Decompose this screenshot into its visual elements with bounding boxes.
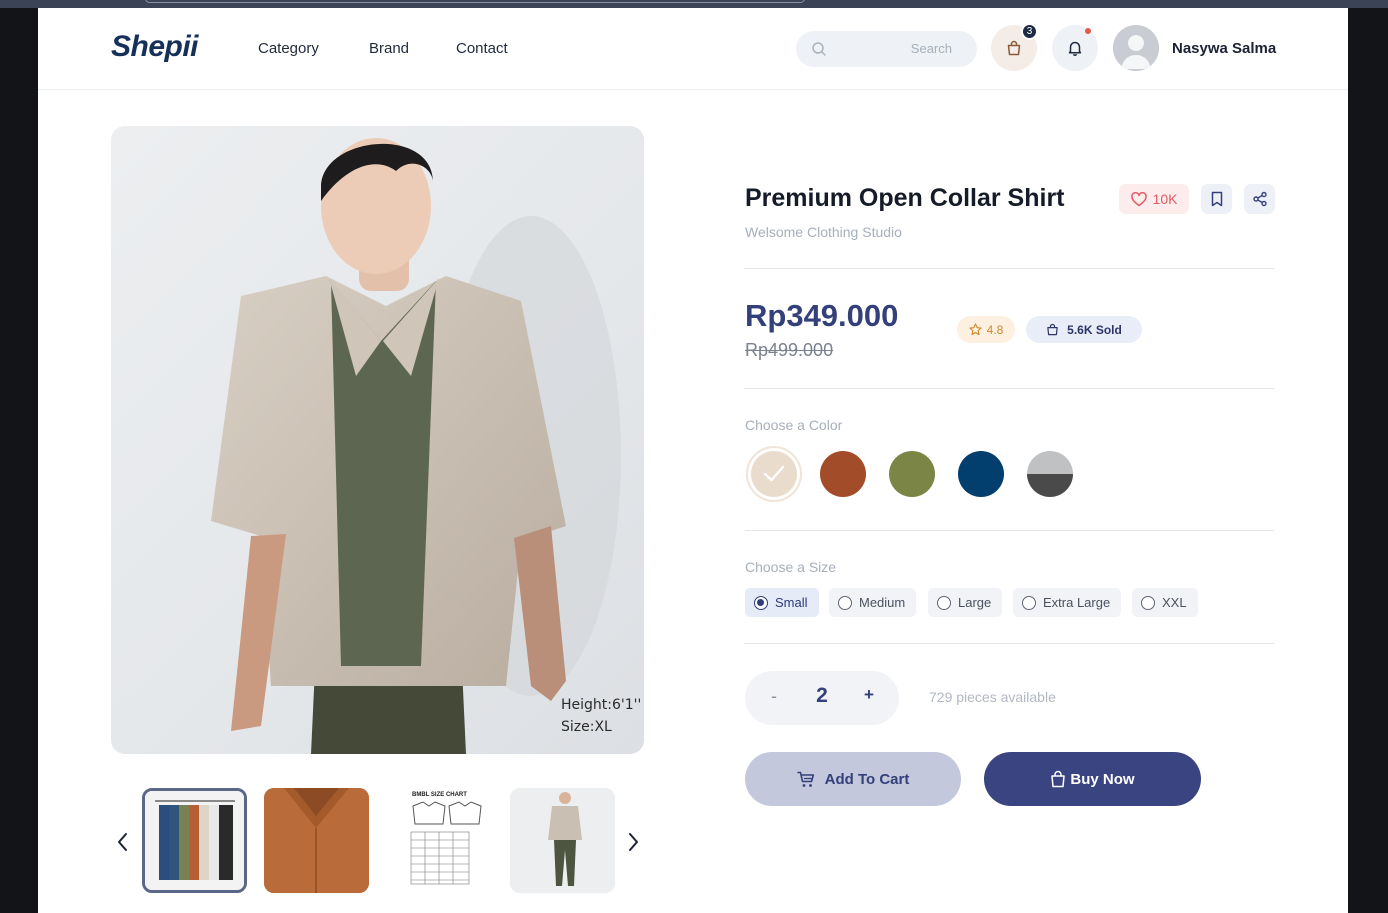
notification-dot [1085, 28, 1091, 34]
size-option-medium[interactable]: Medium [829, 588, 917, 617]
avatar[interactable] [1113, 25, 1159, 71]
sold-count: 5.6K Sold [1067, 322, 1122, 337]
size-option-label: Large [958, 595, 992, 610]
color-swatch-olive[interactable] [889, 451, 935, 497]
browser-address-outline [145, 0, 805, 3]
radio-icon [1022, 595, 1036, 610]
color-swatch-rust[interactable] [820, 451, 866, 497]
sold-badge: 5.6K Sold [1026, 316, 1142, 343]
radio-icon [754, 595, 768, 610]
bag-icon [1047, 323, 1058, 336]
window-left-edge [0, 8, 38, 913]
user-name[interactable]: Nasywa Salma [1172, 40, 1276, 57]
thumbnail-4[interactable] [510, 788, 615, 893]
check-icon [763, 465, 785, 482]
check-icon-wrap [751, 451, 797, 497]
thumbnail-2[interactable] [264, 788, 369, 893]
share-icon [1252, 191, 1267, 207]
product-photo-illustration [211, 138, 621, 754]
divider [745, 643, 1274, 644]
cart-count-badge: 3 [1021, 23, 1038, 40]
size-option-label: Small [775, 595, 808, 610]
site-header: Shepii Category Brand Contact Search 3 N… [38, 8, 1348, 90]
chevron-left-icon[interactable] [114, 830, 132, 854]
buy-now-button[interactable]: Buy Now [984, 752, 1201, 806]
cart-icon [796, 771, 814, 787]
orange-shirt-collar-image [264, 788, 369, 893]
heart-icon [1130, 191, 1147, 206]
model-height-text: Height:6'1'' [561, 697, 642, 713]
radio-icon [838, 595, 852, 610]
site-logo[interactable]: Shepii [111, 30, 199, 64]
quantity-decrease-button[interactable]: - [767, 686, 781, 707]
quantity-stepper: - 2 + [745, 671, 899, 725]
radio-icon [1141, 595, 1155, 610]
model-size-text: Size:XL [561, 719, 612, 735]
bell-icon [1068, 41, 1082, 56]
size-option-label: Medium [859, 595, 906, 610]
current-price: Rp349.000 [745, 298, 899, 333]
search-placeholder: Search [910, 41, 952, 56]
product-page: Shepii Category Brand Contact Search 3 N… [38, 8, 1348, 913]
divider [745, 530, 1274, 531]
color-swatch-navy[interactable] [958, 451, 1004, 497]
color-section-label: Choose a Color [745, 417, 843, 433]
size-option-large[interactable]: Large [928, 588, 1003, 617]
size-option-extra-large[interactable]: Extra Large [1013, 588, 1122, 617]
product-main-image[interactable]: Height:6'1'' Size:XL [111, 126, 644, 754]
shirts-on-rack-image [145, 791, 244, 890]
thumbnail-1[interactable] [142, 788, 247, 893]
quantity-value[interactable]: 2 [807, 684, 837, 708]
image-model-caption: Height:6'1'' Size:XL [561, 694, 641, 738]
cart-button[interactable]: 3 [991, 23, 1038, 71]
add-to-cart-button[interactable]: Add To Cart [745, 752, 961, 806]
original-price: Rp499.000 [745, 340, 834, 360]
size-option-label: XXL [1162, 595, 1187, 610]
size-option-small[interactable]: Small [745, 588, 819, 617]
notifications-button[interactable] [1052, 25, 1098, 71]
shopping-bag-icon [1007, 40, 1021, 56]
bookmark-icon [1211, 191, 1222, 207]
browser-top-strip [0, 0, 1388, 8]
radio-icon [937, 595, 951, 610]
nav-category-link[interactable]: Category [258, 40, 319, 57]
quantity-increase-button[interactable]: + [861, 685, 877, 705]
like-count: 10K [1152, 191, 1178, 207]
share-button[interactable] [1244, 184, 1275, 214]
store-name[interactable]: Welsome Clothing Studio [745, 224, 902, 240]
color-swatch-grey-black[interactable] [1027, 451, 1073, 497]
star-icon [969, 323, 982, 336]
chevron-right-icon[interactable] [624, 830, 642, 854]
buy-now-label: Buy Now [1070, 770, 1135, 788]
rating-value: 4.8 [986, 322, 1004, 337]
size-chart-title: BMBL SIZE CHART [412, 792, 467, 798]
product-title: Premium Open Collar Shirt [745, 184, 1065, 212]
stock-available-text: 729 pieces available [929, 689, 1056, 705]
nav-contact-link[interactable]: Contact [456, 40, 508, 57]
bookmark-button[interactable] [1201, 184, 1232, 214]
model-full-body-image [510, 788, 615, 893]
add-to-cart-label: Add To Cart [824, 770, 910, 788]
size-option-xxl[interactable]: XXL [1132, 588, 1198, 617]
like-button[interactable]: 10K [1119, 184, 1189, 214]
nav-brand-link[interactable]: Brand [369, 40, 409, 57]
divider [745, 388, 1274, 389]
size-option-label: Extra Large [1043, 595, 1111, 610]
divider [745, 268, 1274, 269]
search-icon [812, 42, 826, 56]
search-input[interactable]: Search [796, 31, 977, 67]
window-right-edge [1348, 8, 1388, 913]
rating-badge: 4.8 [957, 316, 1015, 343]
shopping-bag-icon [1051, 770, 1066, 788]
size-section-label: Choose a Size [745, 559, 837, 575]
size-chart-image [387, 788, 492, 893]
user-avatar-icon [1113, 25, 1159, 71]
thumbnail-3[interactable]: BMBL SIZE CHART [387, 788, 492, 893]
color-swatch-beige[interactable] [751, 451, 797, 497]
